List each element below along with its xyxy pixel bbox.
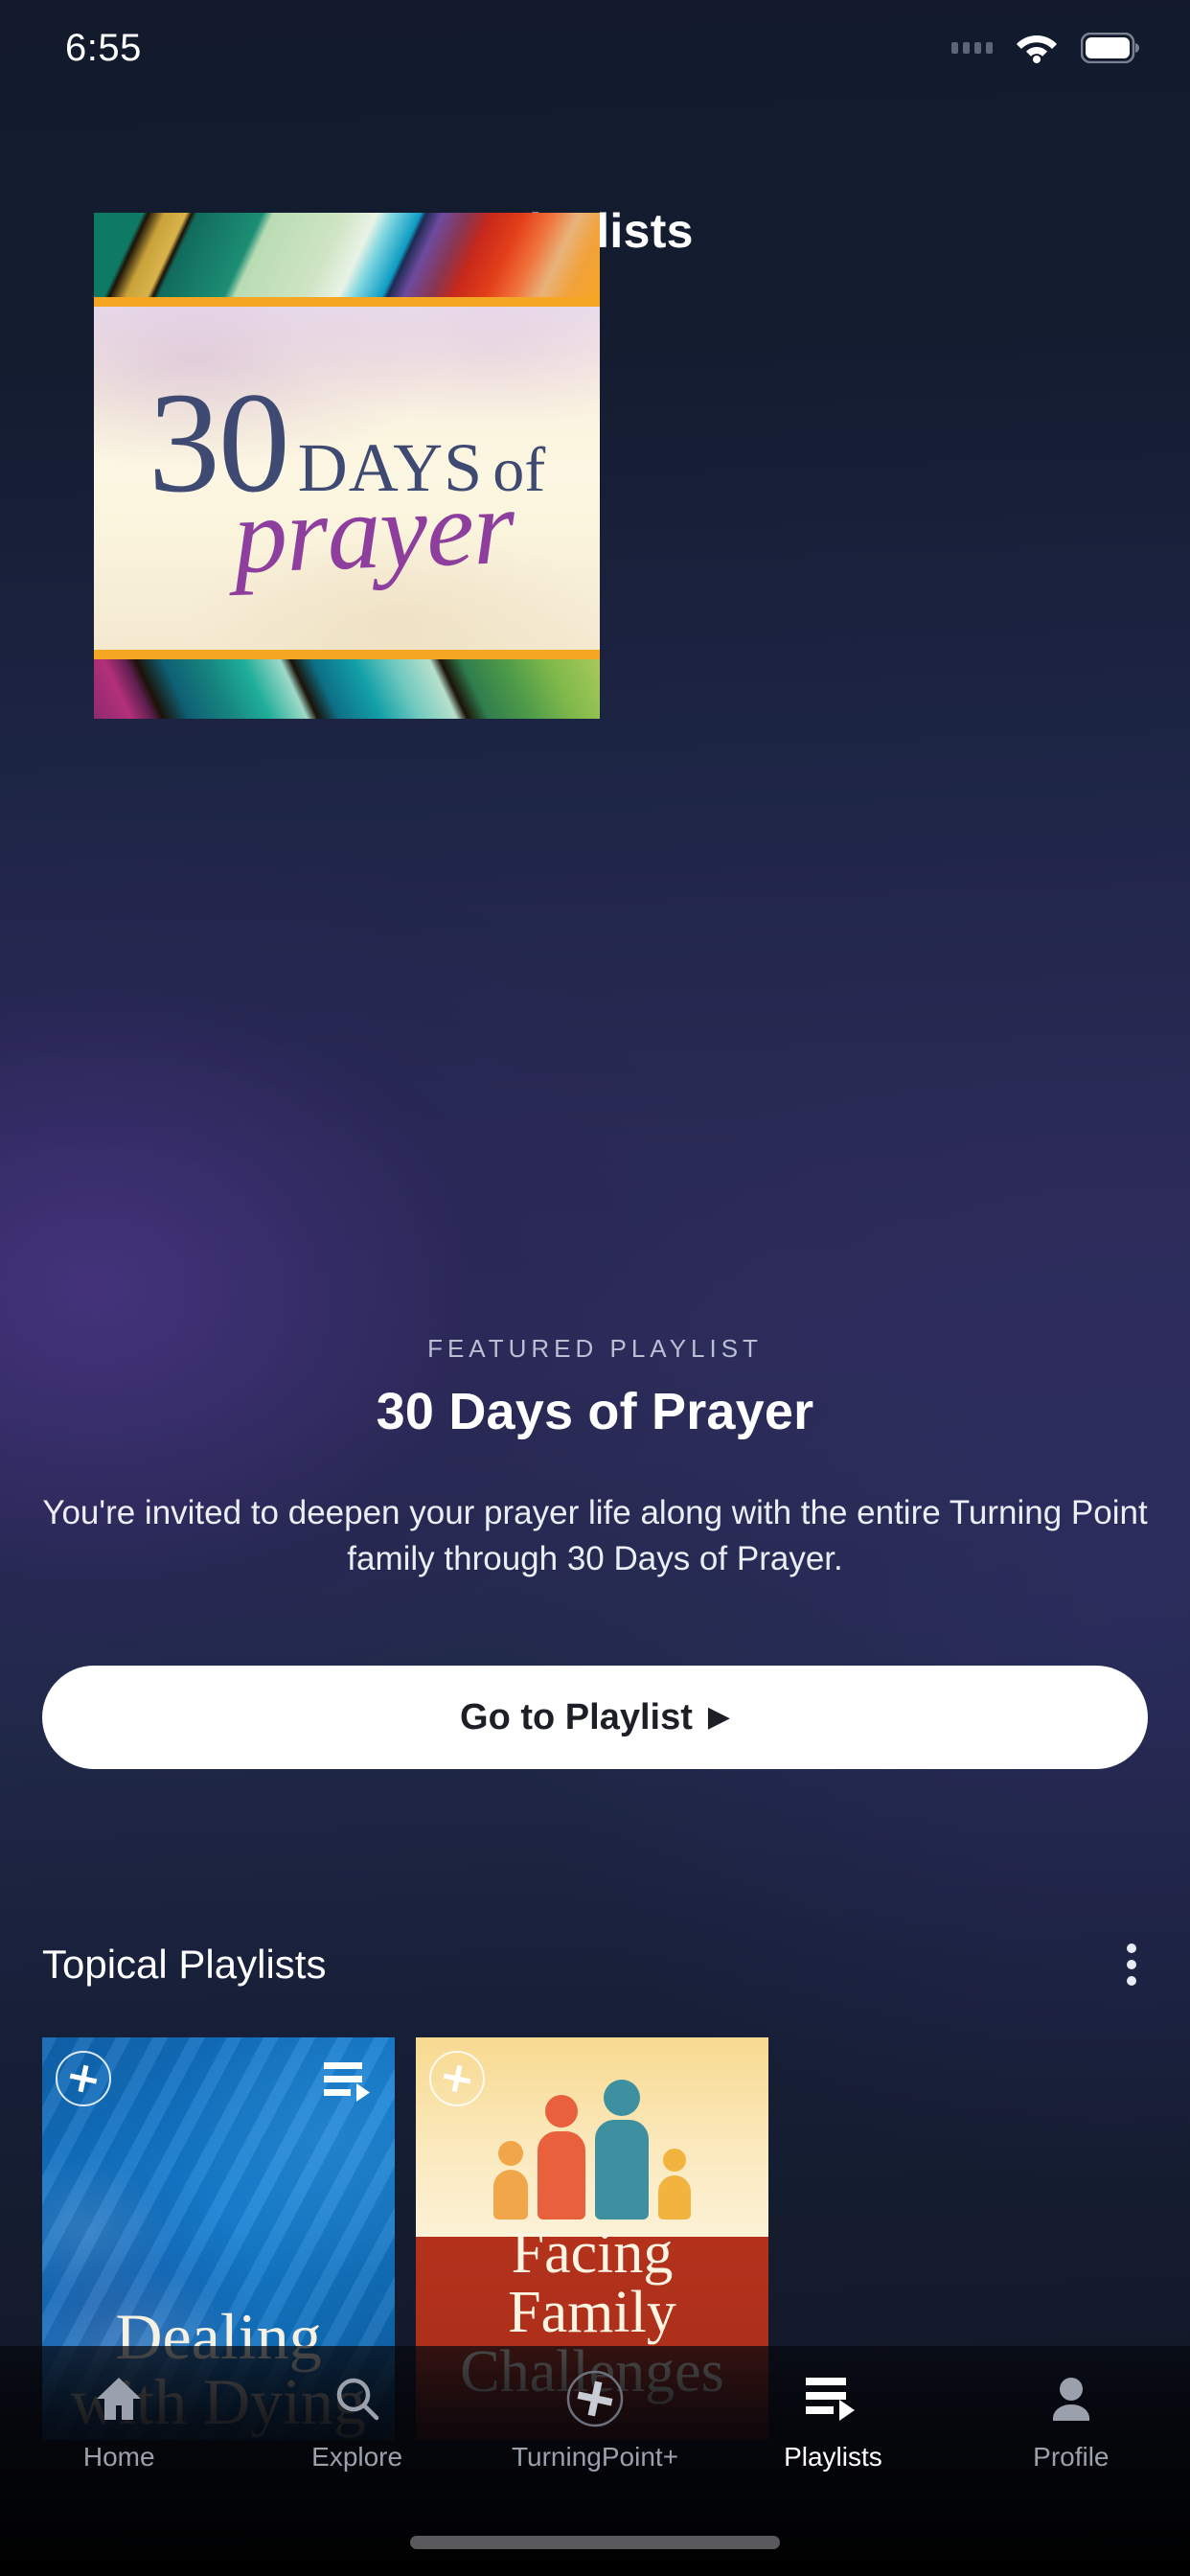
tab-explore-label: Explore: [311, 2442, 403, 2472]
go-to-playlist-label: Go to Playlist: [460, 1696, 693, 1737]
home-icon: [93, 2369, 145, 2428]
circle-plus-icon[interactable]: [429, 2051, 485, 2106]
status-bar: 6:55: [0, 0, 1190, 96]
tab-profile[interactable]: Profile: [952, 2369, 1190, 2472]
tab-home[interactable]: Home: [0, 2369, 238, 2472]
tab-turningpoint-plus-label: TurningPoint+: [511, 2442, 679, 2472]
plus-circle-icon: [565, 2369, 625, 2428]
second-child-figure: [658, 2149, 691, 2220]
artwork-text: 30 DAYS of prayer: [94, 371, 600, 596]
person-icon: [1045, 2369, 1097, 2428]
tab-playlists-label: Playlists: [784, 2442, 882, 2472]
tab-playlists[interactable]: Playlists: [714, 2369, 951, 2472]
app-root: 6:55 Playlists: [0, 0, 1190, 2576]
father-figure: [595, 2080, 649, 2220]
child-figure: [493, 2141, 528, 2220]
tab-explore[interactable]: Explore: [238, 2369, 475, 2472]
featured-artwork[interactable]: 30 DAYS of prayer: [94, 213, 600, 719]
go-to-playlist-button[interactable]: Go to Playlist ▶: [42, 1666, 1148, 1769]
bottom-tab-bar: Home Explore TurningPoint+ Playlists Pro…: [0, 2346, 1190, 2576]
topical-section-title: Topical Playlists: [42, 1942, 327, 1987]
signal-dots-icon: [951, 42, 993, 54]
stained-glass-top: [94, 213, 600, 297]
battery-icon: [1081, 33, 1140, 63]
status-bar-time: 6:55: [65, 26, 142, 69]
wifi-icon: [1016, 33, 1058, 63]
tab-profile-label: Profile: [1033, 2442, 1110, 2472]
status-bar-indicators: [951, 33, 1140, 63]
play-arrow-icon: ▶: [707, 1701, 730, 1733]
playlist-icon[interactable]: [324, 2060, 374, 2103]
search-icon: [332, 2369, 383, 2428]
tab-home-label: Home: [82, 2442, 155, 2472]
featured-title: 30 Days of Prayer: [376, 1383, 814, 1440]
home-indicator: [410, 2536, 780, 2549]
artwork-center: 30 DAYS of prayer: [94, 307, 600, 650]
tab-turningpoint-plus[interactable]: TurningPoint+: [476, 2369, 714, 2472]
playlist-icon: [806, 2369, 859, 2428]
topical-section-header: Topical Playlists: [42, 1931, 1156, 1998]
featured-description: You're invited to deepen your prayer lif…: [42, 1494, 1148, 1578]
artwork-script-word: prayer: [231, 467, 516, 596]
featured-eyebrow: FEATURED PLAYLIST: [427, 1334, 763, 1363]
kebab-menu-icon[interactable]: [1108, 1932, 1156, 1997]
stained-glass-bottom: [94, 659, 600, 719]
gold-stripe-bottom: [94, 650, 600, 659]
circle-plus-icon[interactable]: [56, 2051, 111, 2106]
mother-figure: [538, 2095, 585, 2220]
gold-stripe-top: [94, 297, 600, 307]
